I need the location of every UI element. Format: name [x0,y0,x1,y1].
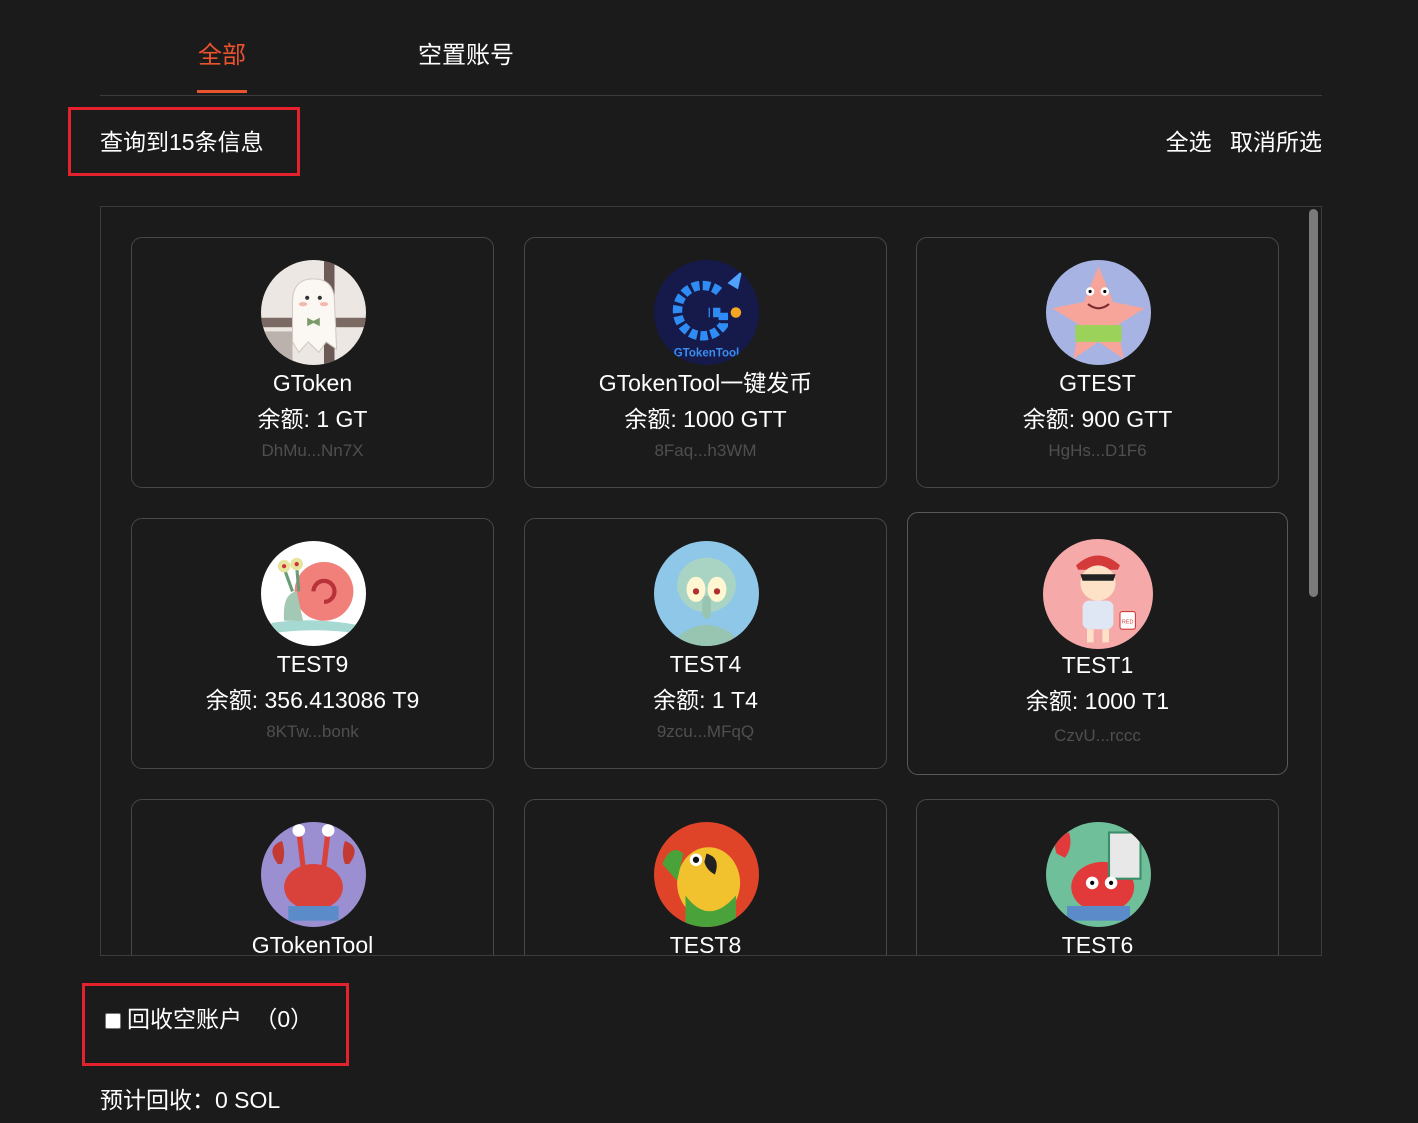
tab-all-label: 全部 [198,42,246,69]
parrot-avatar [653,822,759,927]
token-card[interactable]: GTokenTool GTokenTool一键发币 余额: 1000 GTT 8… [524,237,887,488]
token-name: TEST1 [1061,652,1134,678]
active-tab-indicator [197,90,247,93]
gtokentool-logo-avatar: GTokenTool [653,260,759,365]
tab-bar: 全部 空置账号 [100,0,1322,96]
token-name: TEST4 [669,651,742,677]
token-balance: 余额: 356.413086 T9 [205,687,420,713]
token-list[interactable]: GToken 余额: 1 GT DhMu...Nn7X GTokenTool G… [100,206,1322,956]
token-balance: 余额: 1000 GTT [624,406,787,432]
token-balance: 余额: 900 GTT [1022,406,1173,432]
squidward-avatar [653,541,759,646]
token-balance: 余额: 1 GT [257,406,368,432]
token-card[interactable]: GTEST 余额: 900 GTT HgHs...D1F6 [916,237,1279,488]
shinchan-avatar: RED [1042,539,1153,649]
snail-avatar [260,541,366,646]
token-card[interactable]: RED TEST1 余额: 1000 T1 CzvU...rccc [907,512,1288,775]
token-card[interactable]: TEST6 [916,799,1279,956]
token-card[interactable]: GTokenTool [131,799,494,956]
tab-idle-accounts[interactable]: 空置账号 [418,38,514,74]
token-address: 8Faq...h3WM [654,441,757,460]
token-name: GTokenTool [251,932,374,956]
token-address: DhMu...Nn7X [261,441,364,460]
mr-krabs-avatar [260,822,366,927]
deselect-all-button[interactable]: 取消所选 [1230,129,1322,155]
token-card[interactable]: TEST8 [524,799,887,956]
token-name: TEST8 [669,932,742,956]
recycle-label: 回收空账户 [127,1006,242,1032]
token-card[interactable]: TEST9 余额: 356.413086 T9 8KTw...bonk [131,518,494,769]
token-name: TEST6 [1061,932,1134,956]
recycle-checkbox[interactable] [105,1013,121,1029]
svg-text:GTokenTool: GTokenTool [673,348,739,360]
token-address: HgHs...D1F6 [1048,441,1147,460]
token-name: GTEST [1059,370,1136,396]
estimated-recovery: 预计回收：0 SOL [100,1087,281,1113]
result-count: 查询到15条信息 [100,129,264,155]
selection-actions: 全选 取消所选 [1154,126,1322,158]
select-all-button[interactable]: 全选 [1166,129,1212,155]
token-balance: 余额: 1000 T1 [1025,688,1170,714]
tab-all[interactable]: 全部 [197,38,247,93]
token-balance: 余额: 1 T4 [653,687,758,713]
patrick-star-avatar [1045,260,1151,365]
scrollbar-thumb[interactable] [1309,209,1318,597]
tab-idle-accounts-label: 空置账号 [418,42,514,69]
token-name: GToken [272,370,353,396]
ghost-doll-avatar [260,260,366,365]
token-address: CzvU...rccc [1054,726,1141,745]
recycle-empty-accounts[interactable]: 回收空账户 （0） [105,1003,313,1035]
token-name: GTokenTool一键发币 [598,370,813,396]
crab-money-avatar [1045,822,1151,927]
token-name: TEST9 [276,651,349,677]
svg-text:RED: RED [1121,620,1133,626]
token-address: 8KTw...bonk [266,722,359,741]
token-card[interactable]: GToken 余额: 1 GT DhMu...Nn7X [131,237,494,488]
token-card[interactable]: TEST4 余额: 1 T4 9zcu...MFqQ [524,518,887,769]
token-address: 9zcu...MFqQ [656,722,755,741]
recycle-count: （0） [254,1006,314,1032]
